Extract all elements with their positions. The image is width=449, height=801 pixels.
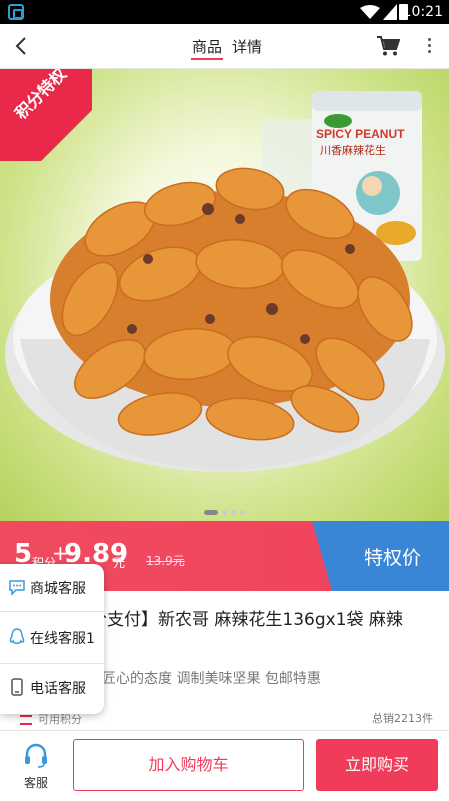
privilege-price-label: 特权价: [364, 547, 422, 569]
service-item-label: 电话客服: [30, 681, 86, 697]
tab-detail[interactable]: 详情: [232, 36, 262, 57]
more-options-icon[interactable]: [424, 36, 434, 56]
product-subtitle: 匠心的态度 调制美味坚果 包邮特惠: [102, 671, 321, 687]
package-brand-text: SPICY PEANUT: [316, 127, 405, 141]
customer-service-button[interactable]: 客服: [14, 741, 58, 791]
sales-count: 总销2213件: [372, 712, 433, 725]
product-title: 分支付】新农哥 麻辣花生136gx1袋 麻辣: [90, 610, 403, 630]
status-time: 10:21: [402, 4, 443, 20]
back-arrow-icon[interactable]: [10, 34, 34, 58]
shopping-cart-icon[interactable]: [376, 35, 400, 57]
carousel-dot: [240, 510, 245, 515]
service-item-mall[interactable]: 商城客服: [0, 564, 104, 612]
app-notification-icon: [8, 4, 24, 20]
points-info-label: 可用积分: [38, 713, 82, 726]
qq-penguin-icon: [9, 628, 25, 644]
buy-now-button[interactable]: 立即购买: [316, 739, 438, 791]
headset-icon: [25, 743, 47, 768]
customer-service-label: 客服: [23, 776, 48, 790]
product-image-carousel[interactable]: SPICY PEANUT 川香麻辣花生 积分特权: [0, 69, 449, 521]
points-stack-icon: [20, 715, 32, 725]
chat-bubble-icon: [9, 580, 25, 596]
add-to-cart-button[interactable]: 加入购物车: [73, 739, 304, 791]
active-tab-indicator: [191, 58, 223, 60]
privilege-price-tag: 特权价: [312, 521, 449, 591]
signal-icon: [383, 4, 397, 20]
package-name-text: 川香麻辣花生: [320, 143, 386, 157]
cash-unit: 元: [113, 556, 126, 570]
carousel-indicator: [0, 502, 449, 515]
carousel-dot: [231, 510, 236, 515]
customer-service-menu: 商城客服 在线客服1 电话客服: [0, 564, 104, 714]
phone-icon: [11, 678, 23, 696]
points-privilege-ribbon: 积分特权: [0, 69, 92, 161]
original-price: 13.9元: [146, 554, 185, 568]
bottom-action-bar: 客服 加入购物车 立即购买: [0, 730, 449, 801]
carousel-dot: [222, 510, 227, 515]
service-item-online[interactable]: 在线客服1: [0, 612, 104, 664]
top-navigation: 商品 详情: [0, 24, 449, 69]
tab-goods[interactable]: 商品: [192, 36, 222, 57]
status-bar: 10:21: [0, 0, 449, 24]
wifi-icon: [360, 5, 380, 19]
service-item-label: 在线客服1: [30, 631, 95, 647]
ribbon-text: 积分特权: [11, 69, 70, 124]
service-item-label: 商城客服: [30, 581, 86, 597]
carousel-dot-active: [204, 510, 218, 515]
service-item-phone[interactable]: 电话客服: [0, 664, 104, 712]
product-detail-page: 10:21 商品 详情 SPICY PEANUT 川香麻辣花生 积分特权 5 积…: [0, 0, 449, 801]
